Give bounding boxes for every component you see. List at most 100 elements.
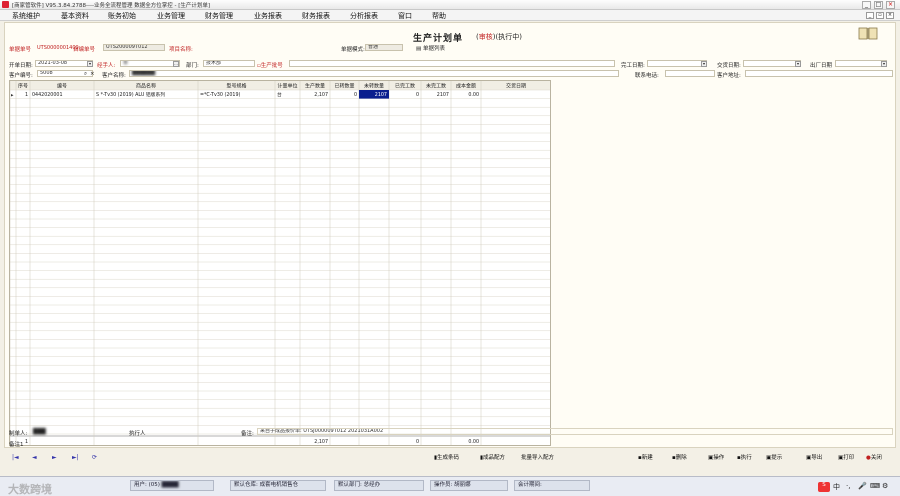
last-record-button[interactable]: ►|	[72, 454, 79, 461]
menu-item-system[interactable]: 系统维护	[12, 11, 40, 21]
document-panel: 生产计划单 (审核)(执行中) 单据单号 UTS0000001409 自编单号 …	[4, 22, 896, 448]
menu-item-finance[interactable]: 财务管理	[205, 11, 233, 21]
grid-header-seq: 序号	[18, 83, 28, 90]
delivery-date-label: 交货日期:	[717, 63, 741, 69]
remark-field[interactable]: 来自子成品报价单: UTSJ000009T012 2021031A002	[257, 428, 893, 435]
batch-import-button[interactable]: 批量导入配方	[521, 453, 554, 461]
maximize-button[interactable]: □	[874, 1, 883, 9]
menu-item-business-report[interactable]: 业务报表	[254, 11, 282, 21]
refresh-button[interactable]: ⟳	[92, 454, 97, 461]
grid-header-transferred: 已转数量	[334, 83, 354, 90]
grid-cell-spec: =*C-Tv30 (2019)	[200, 92, 241, 98]
grid-header-undone: 未完工数	[426, 83, 446, 90]
dept-label: 部门:	[186, 63, 199, 69]
menu-item-window[interactable]: 窗口	[398, 11, 412, 21]
grid-cell-seq: 1	[25, 92, 28, 98]
finish-date-field[interactable]	[647, 60, 707, 67]
doc-list-link[interactable]: ▤ 单据列表	[416, 44, 445, 52]
remark2-label: 备注1	[9, 442, 24, 448]
grid-header-spec: 型号规格	[226, 83, 246, 90]
window-title: [商家管软件] V95.3.84.2788----业务全流程管理 数据全方位掌控…	[12, 2, 211, 9]
row-indicator-icon: ▸	[11, 92, 14, 98]
handler-lookup-icon[interactable]: …	[173, 61, 179, 67]
grid-cell-done: 0	[416, 92, 419, 98]
menu-item-help[interactable]: 帮助	[432, 11, 446, 21]
mdi-close-button[interactable]: ×	[886, 12, 894, 19]
handler-field[interactable]: 曹	[120, 60, 180, 67]
keyboard-icon[interactable]: ⌨	[870, 482, 880, 490]
hint-button[interactable]: ▣提示	[766, 453, 782, 461]
customer-addr-field[interactable]	[745, 70, 893, 77]
operate-button[interactable]: ▣操作	[708, 453, 724, 461]
maker-label: 制单人:	[9, 431, 28, 437]
customer-no-label: 客户编号:	[9, 73, 33, 79]
new-button[interactable]: ▪新建	[638, 453, 653, 461]
menu-item-analysis-report[interactable]: 分析报表	[350, 11, 378, 21]
close-window-button[interactable]: ×	[886, 1, 895, 9]
open-date-field[interactable]: 2021-03-08	[35, 60, 93, 67]
search-icon[interactable]: ⌕	[84, 71, 87, 78]
contact-phone-field[interactable]	[665, 70, 715, 77]
finish-date-dropdown-icon[interactable]: ▾	[701, 61, 707, 67]
mdi-minimize-button[interactable]: _	[866, 12, 874, 19]
grid-cell-qty: 2,107	[314, 92, 328, 98]
project-field[interactable]	[197, 44, 345, 51]
grid-cell-unit: 台	[277, 91, 282, 98]
print-button[interactable]: ▣打印	[838, 453, 854, 461]
document-status: (审核)(执行中)	[476, 33, 522, 41]
close-button[interactable]: ●关闭	[866, 453, 882, 461]
prev-record-button[interactable]: ◄	[32, 454, 37, 461]
menu-item-finance-report[interactable]: 财务报表	[302, 11, 330, 21]
factory-date-field[interactable]	[835, 60, 887, 67]
mic-icon[interactable]: 🎤	[858, 482, 867, 490]
menu-item-basic-data[interactable]: 基本资料	[61, 11, 89, 21]
status-user: 用户: (05) ████	[130, 480, 214, 491]
grid-header-untransferred: 未转数量	[364, 83, 384, 90]
grid-header-qty: 生产数量	[305, 83, 325, 90]
mdi-restore-button[interactable]: ▫	[876, 12, 884, 19]
export-button[interactable]: ▣导出	[806, 453, 822, 461]
status-dept: 默认部门: 总经办	[334, 480, 424, 491]
next-record-button[interactable]: ►	[52, 454, 57, 461]
grid-cell-undone: 2107	[437, 92, 449, 98]
menu-item-business[interactable]: 业务管理	[157, 11, 185, 21]
ime-settings-icon[interactable]: ⚙	[882, 482, 888, 490]
delivery-date-dropdown-icon[interactable]: ▾	[795, 61, 801, 67]
ime-lang[interactable]: 中	[833, 482, 840, 492]
grid-header-unit: 计量单位	[277, 83, 297, 90]
delete-button[interactable]: ▪删除	[672, 453, 687, 461]
delivery-date-field[interactable]	[743, 60, 801, 67]
ime-logo-icon[interactable]: S	[818, 482, 830, 492]
minimize-button[interactable]: _	[862, 1, 871, 9]
grid-footer-done: 0	[416, 439, 419, 445]
grid-footer-cost: 0.00	[468, 439, 479, 445]
open-date-label: 开单日期:	[9, 63, 33, 69]
barcode-button[interactable]: ▮生成条码	[434, 453, 459, 461]
factory-date-dropdown-icon[interactable]: ▾	[881, 61, 887, 67]
execute-button[interactable]: ▪执行	[737, 453, 752, 461]
menu-item-account-init[interactable]: 账务初始	[108, 11, 136, 21]
clear-icon[interactable]: ×	[90, 71, 95, 77]
detail-grid[interactable]: 序号 编号 商品名称 型号规格 计量单位 生产数量 已转数量 未转数量 已完工数 未完工数 成本金额…	[9, 80, 551, 446]
calendar-dropdown-icon[interactable]: ▾	[87, 61, 93, 67]
window-titlebar: [商家管软件] V95.3.84.2788----业务全流程管理 数据全方位掌控…	[0, 0, 900, 10]
grid-header-cost: 成本金额	[456, 83, 476, 90]
doc-no-label: 单据单号	[9, 47, 32, 53]
batch-field[interactable]	[289, 60, 615, 67]
grid-canvas: 序号 编号 商品名称 型号规格 计量单位 生产数量 已转数量 未转数量 已完工数 未完工数 成本金额…	[10, 81, 550, 445]
book-icon[interactable]	[858, 27, 878, 40]
customer-name-label: 客户名称:	[102, 73, 126, 79]
ime-punct-icon[interactable]: ·,	[846, 482, 850, 490]
grid-header-delivery: 交货日期	[506, 83, 526, 90]
mode-select[interactable]: 普通	[365, 44, 403, 51]
document-title: 生产计划单	[413, 34, 464, 44]
grid-cell-code: 0442020001	[32, 92, 63, 98]
grid-cell-name: S *-Tv30 (2019) ALU 铝版系列	[96, 91, 165, 98]
audit-status: 审核	[478, 33, 493, 41]
self-no-field[interactable]: UTS200009T012	[103, 44, 165, 51]
dept-field[interactable]: 技术部	[203, 60, 255, 67]
first-record-button[interactable]: |◄	[12, 454, 19, 461]
recipe-button[interactable]: ▮成品配方	[480, 453, 505, 461]
project-label: 项目名称:	[169, 47, 193, 53]
customer-name-field[interactable]: ██████	[129, 70, 619, 77]
